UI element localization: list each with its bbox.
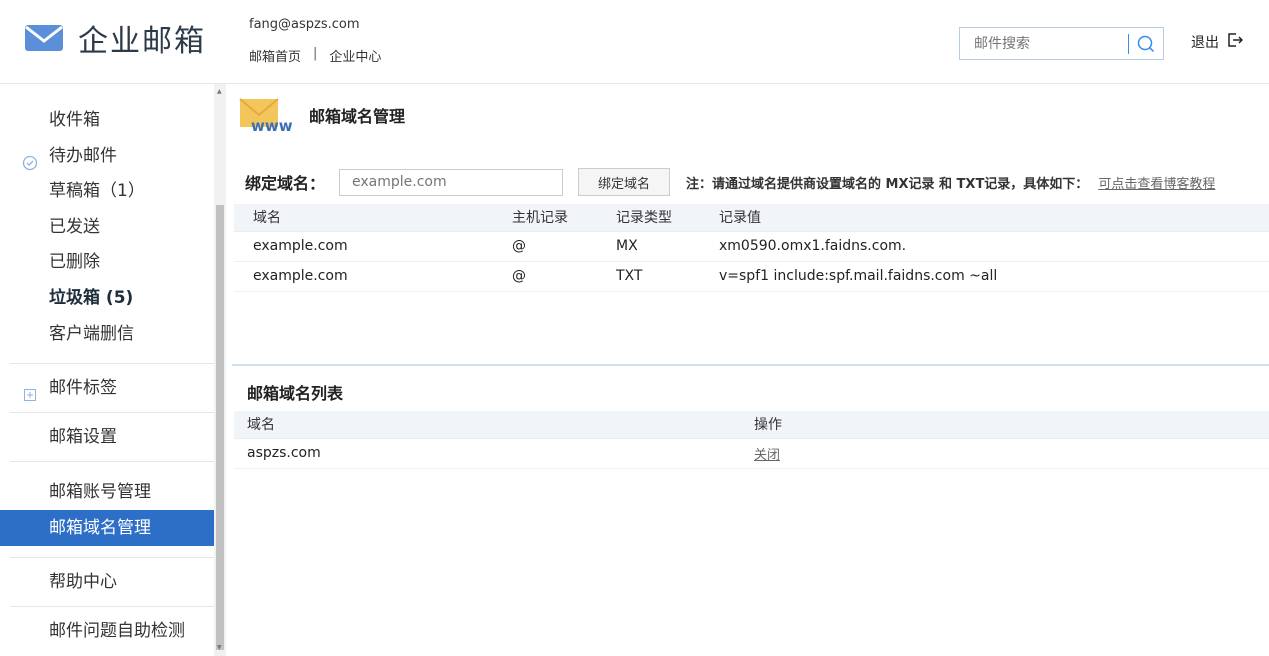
table-row: example.com @ TXT v=spf1 include:spf.mai…: [234, 261, 1269, 292]
sidebar-item-domain-mgmt[interactable]: 邮箱域名管理: [0, 510, 214, 546]
record-host: @: [493, 231, 597, 262]
dns-note: 注：请通过域名提供商设置域名的 MX记录 和 TXT记录，具体如下：: [686, 176, 1089, 192]
account-links: 邮箱首页 | 企业中心: [249, 46, 381, 65]
domain-name: aspzs.com: [234, 438, 741, 469]
tutorial-link[interactable]: 可点击查看博客教程: [1098, 173, 1215, 192]
table-header-row: 域名 主机记录 记录类型 记录值: [234, 204, 1269, 232]
sidebar-item-spam[interactable]: 垃圾箱 (5): [0, 280, 214, 316]
table-header-row: 域名 操作: [234, 411, 1269, 439]
link-separator: |: [313, 46, 318, 61]
sidebar-divider: [10, 557, 214, 558]
sidebar-item-labels[interactable]: 邮件标签: [0, 370, 214, 406]
col-type: 记录类型: [597, 204, 700, 232]
scroll-up-icon[interactable]: ▲: [217, 88, 222, 95]
sidebar-item-label: 邮件标签: [49, 378, 117, 398]
sidebar-scrollbar-thumb[interactable]: [216, 205, 224, 650]
sidebar: 收件箱 待办邮件 草稿箱（1） 已发送 已删除 垃圾箱 (5) 客户端删信 邮件…: [0, 84, 214, 656]
col-value: 记录值: [700, 204, 1269, 232]
enterprise-center-link[interactable]: 企业中心: [329, 46, 381, 65]
sidebar-item-settings[interactable]: 邮箱设置: [0, 419, 214, 455]
sidebar-item-help[interactable]: 帮助中心: [0, 564, 214, 600]
top-header: 企业邮箱 fang@aspzs.com 邮箱首页 | 企业中心 退出: [0, 0, 1269, 84]
plus-box-icon[interactable]: [22, 380, 38, 401]
dns-records-table: 域名 主机记录 记录类型 记录值 example.com @ MX xm0590…: [234, 204, 1269, 292]
sidebar-item-sent[interactable]: 已发送: [0, 209, 214, 245]
sidebar-item-deleted[interactable]: 已删除: [0, 244, 214, 280]
search-input[interactable]: [960, 28, 1128, 59]
table-row: example.com @ MX xm0590.omx1.faidns.com.: [234, 231, 1269, 262]
main-content: www 邮箱域名管理 绑定域名： 绑定域名 注：请通过域名提供商设置域名的 MX…: [226, 84, 1269, 656]
sidebar-item-account-mgmt[interactable]: 邮箱账号管理: [0, 474, 214, 510]
bind-domain-row: 绑定域名： 绑定域名 注：请通过域名提供商设置域名的 MX记录 和 TXT记录，…: [245, 168, 1269, 196]
record-value: xm0590.omx1.faidns.com.: [700, 231, 1269, 262]
sidebar-divider: [10, 363, 214, 364]
sidebar-item-client-deleted[interactable]: 客户端删信: [0, 316, 214, 352]
record-domain: example.com: [234, 261, 493, 292]
bind-domain-label: 绑定域名：: [245, 174, 326, 193]
col-host: 主机记录: [493, 204, 597, 232]
mail-home-link[interactable]: 邮箱首页: [249, 46, 301, 65]
brand-name: 企业邮箱: [78, 24, 206, 59]
logout-icon: [1227, 32, 1244, 52]
search-icon[interactable]: [1129, 28, 1163, 59]
record-value: v=spf1 include:spf.mail.faidns.com ~all: [700, 261, 1269, 292]
logout-button[interactable]: 退出: [1191, 32, 1244, 52]
col-action: 操作: [741, 411, 1269, 439]
account-email: fang@aspzs.com: [249, 17, 360, 32]
close-domain-link[interactable]: 关闭: [754, 448, 780, 463]
sidebar-item-todo[interactable]: 待办邮件: [0, 138, 214, 174]
table-row: aspzs.com 关闭: [234, 438, 1269, 469]
brand-logo[interactable]: 企业邮箱: [24, 16, 206, 60]
action-cell: 关闭: [741, 438, 1269, 469]
sidebar-divider: [10, 606, 214, 607]
sidebar-divider: [10, 412, 214, 413]
domain-list-table: 域名 操作 aspzs.com 关闭: [234, 411, 1269, 469]
sidebar-item-drafts[interactable]: 草稿箱（1）: [0, 173, 214, 209]
record-domain: example.com: [234, 231, 493, 262]
record-type: MX: [597, 231, 700, 262]
record-host: @: [493, 261, 597, 292]
page-title: 邮箱域名管理: [309, 107, 406, 126]
record-type: TXT: [597, 261, 700, 292]
section-divider: [232, 364, 1269, 366]
logout-label: 退出: [1191, 35, 1219, 51]
envelope-icon: [24, 23, 64, 53]
bind-domain-button[interactable]: 绑定域名: [578, 168, 671, 196]
domain-list-title: 邮箱域名列表: [247, 384, 344, 403]
sidebar-divider: [10, 461, 214, 462]
svg-text:www: www: [251, 117, 293, 133]
sidebar-item-self-check[interactable]: 邮件问题自助检测: [0, 613, 214, 649]
www-mail-icon: www: [239, 97, 301, 135]
sidebar-item-inbox[interactable]: 收件箱: [0, 102, 214, 138]
page-header: www 邮箱域名管理: [239, 97, 406, 135]
scroll-down-icon[interactable]: ▼: [217, 644, 222, 651]
domain-input[interactable]: [339, 168, 564, 196]
sidebar-item-label: 待办邮件: [49, 146, 117, 166]
col-domain: 域名: [234, 411, 741, 439]
mail-search: [959, 27, 1164, 60]
check-circle-icon: [22, 148, 38, 171]
col-domain: 域名: [234, 204, 493, 232]
